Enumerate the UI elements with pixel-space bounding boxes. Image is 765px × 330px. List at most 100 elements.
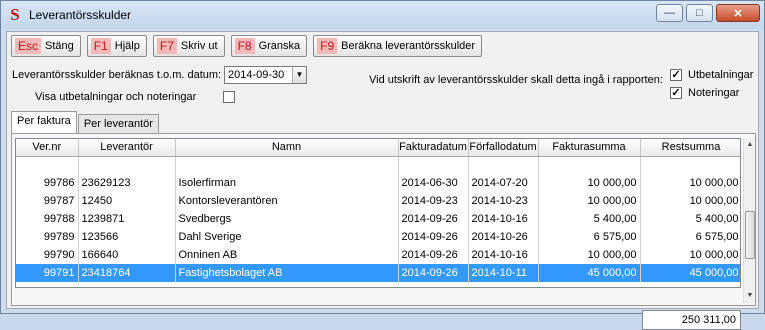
cell-due-date: 2014-07-20 (468, 174, 539, 192)
cell-invoice-date: 2014-09-26 (398, 210, 469, 228)
cell-due-date: 2014-10-11 (468, 264, 539, 282)
cell-rest-sum: 10 000,00 (640, 192, 740, 210)
cell-invoice-sum: 10 000,00 (538, 246, 641, 264)
cell-supplier: 12450 (78, 192, 176, 210)
date-select[interactable]: 2014-09-30 ▼ (224, 66, 307, 84)
table-row[interactable]: 99787 12450 Kontorsleverantören 2014-09-… (16, 192, 740, 210)
cell-vernr: 99790 (16, 246, 79, 264)
calculate-button[interactable]: F9 Beräkna leverantörsskulder (313, 35, 483, 57)
cell-name: Svedbergs (175, 210, 399, 228)
fkey-badge: F8 (234, 38, 255, 54)
table-row[interactable]: 99790 166640 Onninen AB 2014-09-26 2014-… (16, 246, 740, 264)
cell-invoice-date: 2014-09-26 (398, 246, 469, 264)
chevron-down-icon[interactable]: ▼ (292, 67, 306, 83)
cell-invoice-sum: 6 575,00 (538, 228, 641, 246)
tab-per-supplier[interactable]: Per leverantör (77, 114, 159, 133)
col-header-rest-sum[interactable]: Restsumma (640, 139, 740, 157)
cell-invoice-date: 2014-09-26 (398, 228, 469, 246)
cell-name: Onninen AB (175, 246, 399, 264)
cell-invoice-sum: 10 000,00 (538, 192, 641, 210)
date-value: 2014-09-30 (228, 69, 285, 81)
cell-vernr: 99791 (16, 264, 79, 282)
cell-vernr: 99787 (16, 192, 79, 210)
cell-name: Fastighetsbolaget AB (175, 264, 399, 282)
button-label: Beräkna leverantörsskulder (341, 40, 476, 52)
cell-invoice-sum: 5 400,00 (538, 210, 641, 228)
minimize-button[interactable]: — (656, 4, 683, 22)
payouts-checkbox[interactable]: ✓ (670, 69, 682, 81)
preview-button[interactable]: F8 Granska (230, 35, 308, 57)
table-header: Ver.nr Leverantör Namn Fakturadatum Förf… (16, 139, 740, 157)
fkey-badge: F9 (317, 38, 338, 54)
col-header-name[interactable]: Namn (175, 139, 399, 157)
col-header-due-date[interactable]: Förfallodatum (468, 139, 539, 157)
tab-panel: Ver.nr Leverantör Namn Fakturadatum Förf… (11, 133, 756, 330)
cell-supplier: 23418764 (78, 264, 176, 282)
fkey-badge: F7 (156, 38, 177, 54)
button-label: Hjälp (114, 40, 140, 52)
cell-due-date: 2014-10-26 (468, 228, 539, 246)
cell-vernr: 99786 (16, 174, 79, 192)
cell-rest-sum: 10 000,00 (640, 174, 740, 192)
client-area: Esc Stäng F1 Hjälp F7 Skriv ut F8 Gransk… (6, 31, 759, 330)
show-payments-label: Visa utbetalningar och noteringar (35, 91, 197, 103)
table-row[interactable]: 99789 123566 Dahl Sverige 2014-09-26 201… (16, 228, 740, 246)
table-row-partial (16, 156, 740, 174)
cell-name: Kontorsleverantören (175, 192, 399, 210)
button-label: Stäng (45, 40, 74, 52)
col-header-invoice-sum[interactable]: Fakturasumma (538, 139, 641, 157)
help-button[interactable]: F1 Hjälp (86, 35, 147, 57)
tab-strip: Per faktura Per leverantör (11, 111, 160, 133)
cell-supplier: 166640 (78, 246, 176, 264)
cell-rest-sum: 5 400,00 (640, 210, 740, 228)
cell-name: Isolerfirman (175, 174, 399, 192)
toolbar: Esc Stäng F1 Hjälp F7 Skriv ut F8 Gransk… (11, 35, 483, 57)
cell-vernr: 99788 (16, 210, 79, 228)
table-row[interactable]: 99786 23629123 Isolerfirman 2014-06-30 2… (16, 174, 740, 192)
table-row[interactable]: 99788 1239871 Svedbergs 2014-09-26 2014-… (16, 210, 740, 228)
app-window: S Leverantörsskulder — □ ✕ Esc Stäng F1 … (0, 0, 765, 330)
vertical-scrollbar[interactable]: ▲ ▼ (743, 138, 755, 303)
table-row-selected[interactable]: 99791 23418764 Fastighetsbolaget AB 2014… (16, 264, 740, 282)
tab-per-invoice[interactable]: Per faktura (11, 111, 77, 133)
cell-rest-sum: 45 000,00 (640, 264, 740, 282)
date-label: Leverantörsskulder beräknas t.o.m. datum… (12, 69, 222, 81)
cell-due-date: 2014-10-16 (468, 210, 539, 228)
cell-supplier: 1239871 (78, 210, 176, 228)
report-label: Vid utskrift av leverantörsskulder skall… (369, 74, 663, 86)
cell-supplier: 23629123 (78, 174, 176, 192)
fkey-badge: F1 (90, 38, 111, 54)
fkey-badge: Esc (15, 38, 42, 54)
cell-vernr: 99789 (16, 228, 79, 246)
notes-label: Noteringar (688, 87, 740, 99)
cell-due-date: 2014-10-23 (468, 192, 539, 210)
cell-invoice-sum: 45 000,00 (538, 264, 641, 282)
app-logo-icon: S (10, 5, 20, 24)
col-header-vernr[interactable]: Ver.nr (16, 139, 79, 157)
cell-rest-sum: 10 000,00 (640, 246, 740, 264)
scroll-up-icon[interactable]: ▲ (744, 138, 756, 152)
print-button[interactable]: F7 Skriv ut (152, 35, 225, 57)
cell-rest-sum: 6 575,00 (640, 228, 740, 246)
cell-supplier: 123566 (78, 228, 176, 246)
scroll-down-icon[interactable]: ▼ (744, 289, 756, 303)
window-title: Leverantörsskulder (29, 8, 132, 22)
payouts-label: Utbetalningar (688, 69, 754, 81)
invoice-table[interactable]: Ver.nr Leverantör Namn Fakturadatum Förf… (15, 138, 741, 288)
notes-checkbox[interactable]: ✓ (670, 87, 682, 99)
button-label: Granska (258, 40, 301, 52)
cell-invoice-sum: 10 000,00 (538, 174, 641, 192)
col-header-supplier[interactable]: Leverantör (78, 139, 176, 157)
total-field: 250 311,00 (642, 310, 741, 330)
title-bar[interactable]: S Leverantörsskulder — □ ✕ (1, 1, 764, 29)
cell-invoice-date: 2014-06-30 (398, 174, 469, 192)
cell-due-date: 2014-10-16 (468, 246, 539, 264)
scroll-thumb[interactable] (745, 211, 755, 259)
maximize-button[interactable]: □ (686, 4, 713, 22)
show-payments-checkbox[interactable] (223, 91, 235, 103)
close-button[interactable]: ✕ (716, 4, 760, 22)
col-header-invoice-date[interactable]: Fakturadatum (398, 139, 469, 157)
button-label: Skriv ut (180, 40, 218, 52)
cell-invoice-date: 2014-09-26 (398, 264, 469, 282)
close-window-button[interactable]: Esc Stäng (11, 35, 81, 57)
